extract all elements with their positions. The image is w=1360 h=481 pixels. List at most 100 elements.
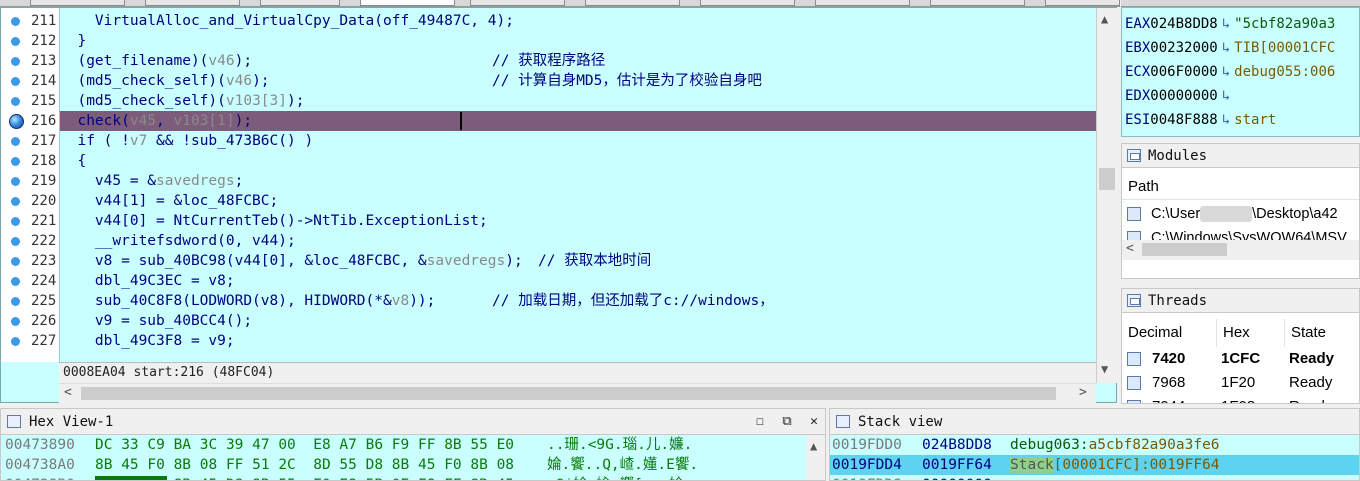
code-line[interactable]: VirtualAlloc_and_VirtualCpy_Data(off_494… — [60, 11, 1097, 31]
threads-col-hex[interactable]: Hex — [1217, 319, 1285, 347]
modules-horizontal-scrollbar[interactable]: < — [1122, 240, 1359, 260]
code-line[interactable]: } — [60, 31, 1097, 51]
code-line[interactable]: v45 = &savedregs; — [60, 171, 1097, 191]
gutter-line[interactable]: 226 — [1, 311, 59, 331]
line-dot-icon[interactable] — [11, 197, 20, 206]
stack-view-title[interactable]: Stack view — [830, 409, 1359, 435]
pseudocode-view[interactable]: 211 212 213 214 215 216 217 218 219 220 221 222 223 2… — [0, 7, 1117, 403]
scroll-up-icon[interactable]: ▲ — [810, 439, 817, 453]
threads-col-state[interactable]: State — [1285, 319, 1359, 347]
tab-fragment[interactable] — [30, 0, 125, 6]
gutter-line[interactable]: 213 — [1, 51, 59, 71]
gutter-line[interactable]: 220 — [1, 191, 59, 211]
gutter-line[interactable]: 218 — [1, 151, 59, 171]
hex-view-title[interactable]: Hex View-1 ☐ ⧉ ✕ — [1, 409, 825, 435]
gutter-line[interactable]: 224 — [1, 271, 59, 291]
modules-title[interactable]: Modules — [1122, 144, 1359, 168]
tab-fragment[interactable] — [260, 0, 340, 6]
gutter-line[interactable]: 223 — [1, 251, 59, 271]
stack-row[interactable]: 0019FDD8 00000000 — [830, 475, 1359, 480]
restore-icon[interactable]: ☐ — [751, 413, 769, 431]
code-line[interactable]: (md5_check_self)(v46); // 计算自身MD5，估计是为了校验… — [60, 71, 1097, 91]
line-dot-icon[interactable] — [11, 97, 20, 106]
line-dot-icon[interactable] — [11, 297, 20, 306]
tab-fragment[interactable] — [930, 0, 1025, 6]
line-dot-icon[interactable] — [11, 157, 20, 166]
code-area[interactable]: VirtualAlloc_and_VirtualCpy_Data(off_494… — [59, 8, 1097, 362]
line-dot-icon[interactable] — [11, 217, 20, 226]
hex-row[interactable]: 004738A0 8B 45 F0 8B 08 FF 51 2C 8D 55 D8… — [1, 455, 806, 475]
scroll-down-icon[interactable]: ▼ — [1101, 362, 1108, 376]
tab-fragment[interactable] — [145, 0, 240, 6]
hex-bytes[interactable]: 8B 45 F0 8B 08 FF 51 2C 8D 55 D8 8B 45 F… — [95, 455, 514, 475]
thread-row[interactable]: 7968 1F20 Ready — [1122, 371, 1359, 395]
gutter-line[interactable]: 222 — [1, 231, 59, 251]
stack-description[interactable]: debug063:a5cbf82a90a3fe6 — [1010, 435, 1220, 455]
register-target[interactable]: debug055:006 — [1234, 64, 1335, 80]
scroll-right-icon[interactable]: > — [1079, 385, 1087, 400]
scroll-up-icon[interactable]: ▲ — [1101, 12, 1108, 26]
line-dot-icon[interactable] — [11, 17, 20, 26]
gutter-line[interactable]: 219 — [1, 171, 59, 191]
line-dot-icon[interactable] — [11, 37, 20, 46]
line-dot-icon[interactable] — [11, 257, 20, 266]
line-dot-icon[interactable] — [11, 317, 20, 326]
thread-row[interactable]: 7944 1F08 Ready — [1122, 395, 1359, 403]
gutter-line[interactable]: 215 — [1, 91, 59, 111]
gutter-line[interactable]: 221 — [1, 211, 59, 231]
tab-fragment[interactable] — [815, 0, 910, 6]
stack-description[interactable]: Stack[00001CFC]:0019FF64 — [1010, 455, 1220, 475]
hex-vertical-scrollbar[interactable]: ▲ — [806, 435, 825, 480]
code-line[interactable]: v44[1] = &loc_48FCBC; — [60, 191, 1097, 211]
code-line[interactable]: (md5_check_self)(v103[3]); — [60, 91, 1097, 111]
gutter-line[interactable]: 216 — [1, 111, 59, 131]
hex-bytes[interactable]: DC 33 C9 BA 3C 39 47 00 E8 A7 B6 F9 FF 8… — [95, 435, 514, 455]
hex-ascii[interactable]: 婨.饗..Q,嵖.嬞.E饗. — [547, 455, 698, 475]
scroll-thumb[interactable] — [81, 387, 1056, 400]
register-row[interactable]: EAX024B8DD8 ↳ "5cbf82a90a3 — [1125, 12, 1335, 36]
scroll-left-icon[interactable]: < — [1126, 241, 1134, 256]
stack-row[interactable]: 0019FDD0 024B8DD8 debug063:a5cbf82a90a3fe6 — [830, 435, 1359, 455]
current-line[interactable]: check(v45, v103[1]); — [60, 111, 1097, 131]
hex-ascii[interactable]: .Q$婨.婾.饗[...婨 — [547, 475, 684, 480]
register-row[interactable]: EDX00000000 ↳ — [1125, 84, 1234, 108]
gutter-line[interactable]: 214 — [1, 71, 59, 91]
line-dot-icon[interactable] — [11, 177, 20, 186]
scroll-thumb[interactable] — [1142, 243, 1227, 256]
scroll-left-icon[interactable]: < — [64, 385, 72, 400]
module-row[interactable]: C:\User \Desktop\a42 — [1122, 202, 1359, 226]
tab-fragment[interactable] — [1045, 0, 1120, 6]
line-dot-icon[interactable] — [11, 277, 20, 286]
gutter-line[interactable]: 227 — [1, 331, 59, 351]
stack-content[interactable]: 0019FDD0 024B8DD8 debug063:a5cbf82a90a3fe6… — [830, 435, 1359, 480]
tab-fragment[interactable] — [700, 0, 795, 6]
threads-title[interactable]: Threads — [1122, 289, 1359, 313]
code-line[interactable]: { — [60, 151, 1097, 171]
tab-fragment[interactable] — [585, 0, 680, 6]
hex-ascii[interactable]: ..珊.<9G.瑙.儿.嬚. — [547, 435, 692, 455]
register-row[interactable]: EDI0048F888 ↳ start — [1125, 132, 1276, 136]
register-row[interactable]: ECX006F0000 ↳ debug055:006 — [1125, 60, 1335, 84]
register-target[interactable]: TIB[00001CFC — [1234, 40, 1335, 56]
code-line[interactable]: sub_40C8F8(LODWORD(v8), HIDWORD(*&v8)); /… — [60, 291, 1097, 311]
tab-fragment-active[interactable] — [360, 0, 455, 6]
code-line[interactable]: if ( !v7 && !sub_473B6C() ) — [60, 131, 1097, 151]
breakpoint-icon[interactable] — [9, 114, 24, 129]
line-dot-icon[interactable] — [11, 237, 20, 246]
gutter-line[interactable]: 217 — [1, 131, 59, 151]
float-icon[interactable]: ⧉ — [778, 413, 796, 431]
code-line[interactable]: v9 = sub_40BCC4(); — [60, 311, 1097, 331]
scroll-thumb[interactable] — [1099, 168, 1115, 190]
close-icon[interactable]: ✕ — [805, 413, 823, 431]
threads-col-decimal[interactable]: Decimal — [1122, 319, 1217, 347]
line-gutter[interactable]: 211 212 213 214 215 216 217 218 219 220 221 222 223 2… — [1, 8, 59, 362]
code-line[interactable]: dbl_49C3EC = v8; — [60, 271, 1097, 291]
code-line[interactable]: (get_filename)(v46); // 获取程序路径 — [60, 51, 1097, 71]
register-row[interactable]: EBX00232000 ↳ TIB[00001CFC — [1125, 36, 1335, 60]
line-dot-icon[interactable] — [11, 137, 20, 146]
thread-row[interactable]: 7420 1CFC Ready — [1122, 347, 1359, 371]
register-row[interactable]: ESI0048F888 ↳ start — [1125, 108, 1276, 132]
hex-content[interactable]: 00473890 DC 33 C9 BA 3C 39 47 00 E8 A7 B6… — [1, 435, 806, 480]
gutter-line[interactable]: 212 — [1, 31, 59, 51]
vertical-scrollbar[interactable]: ▲ ▼ — [1096, 8, 1117, 383]
